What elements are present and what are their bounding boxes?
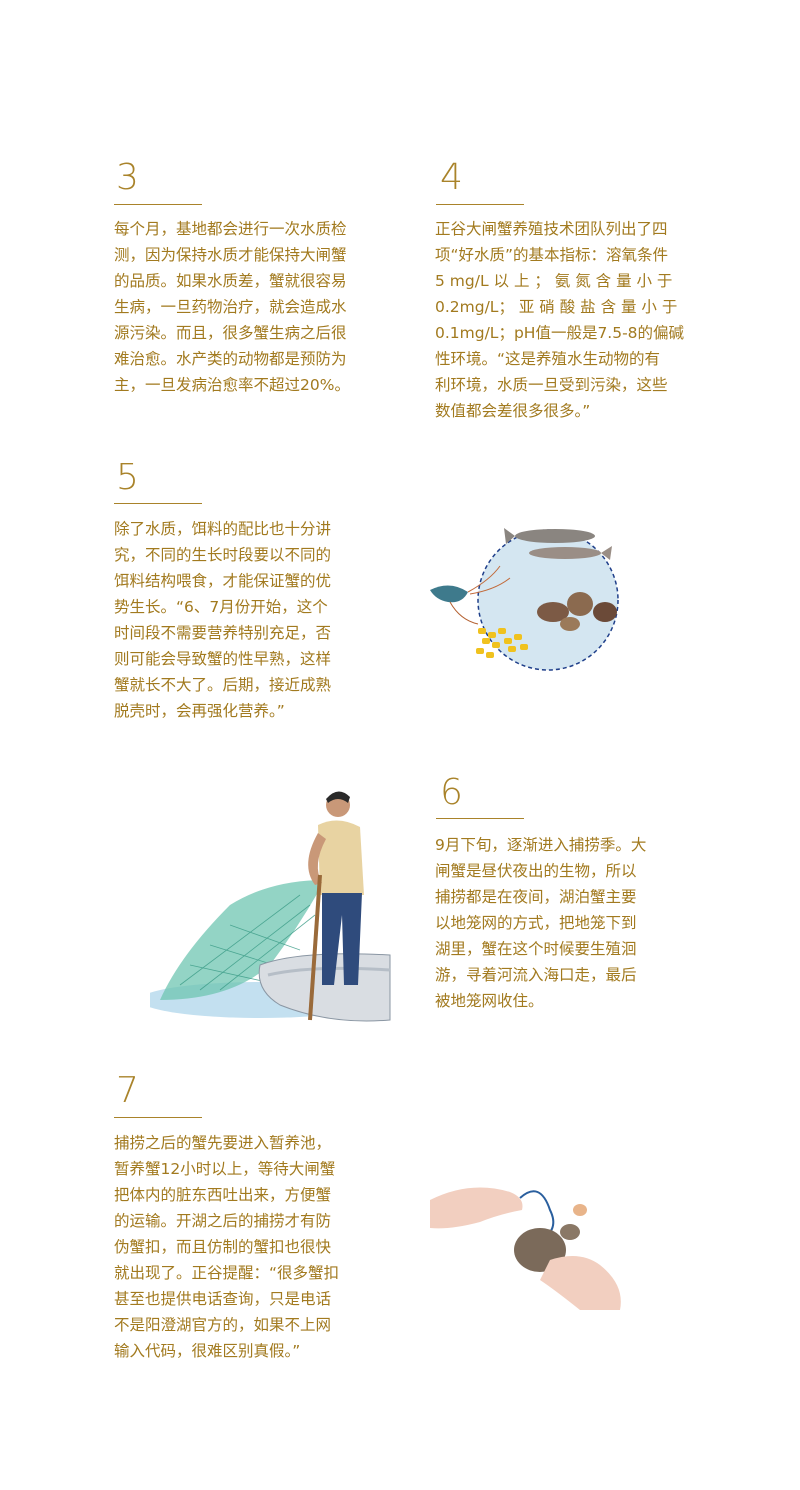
fisherman-illustration [140, 785, 395, 1035]
section-divider-3 [114, 204, 202, 205]
section-text-4: 正谷大闸蟹养殖技术团队列出了四 项“好水质”的基本指标：溶氧条件 5 mg/L … [435, 220, 685, 420]
section-divider-4 [436, 204, 524, 205]
section-number-5: 5 [116, 457, 139, 498]
section-text-5: 除了水质，饵料的配比也十分讲 究，不同的生长时段要以不同的 饵料结构喂食，才能保… [114, 520, 332, 720]
section-divider-5 [114, 503, 202, 504]
section-text-3: 每个月，基地都会进行一次水质检 测，因为保持水质才能保持大闸蟹 的品质。如果水质… [114, 220, 350, 394]
feed-illustration [420, 520, 640, 680]
section-divider-6 [436, 818, 524, 819]
section-divider-7 [114, 1117, 202, 1118]
section-number-6: 6 [440, 772, 463, 813]
section-number-7: 7 [116, 1070, 139, 1111]
hands-crab-illustration [430, 1170, 630, 1310]
section-number-4: 4 [440, 157, 463, 198]
section-text-7: 捕捞之后的蟹先要进入暂养池， 暂养蟹12小时以上，等待大闸蟹 把体内的脏东西吐出… [114, 1134, 340, 1360]
section-number-3: 3 [116, 157, 139, 198]
section-text-6: 9月下旬，逐渐进入捕捞季。大 闸蟹是昼伏夜出的生物，所以 捕捞都是在夜间，湖泊蟹… [435, 836, 647, 1010]
